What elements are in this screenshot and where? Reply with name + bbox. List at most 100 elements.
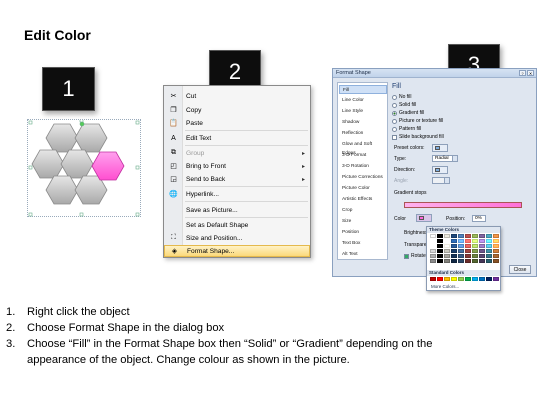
theme-color-swatch[interactable] [465,234,471,238]
theme-color-swatch[interactable] [458,254,464,258]
theme-color-swatch[interactable] [472,259,478,263]
theme-color-swatch[interactable] [437,234,443,238]
theme-color-swatch[interactable] [465,259,471,263]
menu-item-send-to-back[interactable]: ◲ Send to Back ▸ [164,173,310,185]
theme-color-swatch[interactable] [493,234,499,238]
radio-solid-fill[interactable]: Solid fill [392,102,416,108]
theme-color-swatch[interactable] [472,254,478,258]
position-input[interactable]: 0% [472,215,486,222]
category-position[interactable]: Position [339,228,387,237]
theme-color-swatch[interactable] [479,239,485,243]
theme-color-swatch[interactable] [479,249,485,253]
menu-item-paste[interactable]: 📋 Paste [164,117,310,129]
category-3d-rotation[interactable]: 3-D Rotation [339,162,387,171]
menu-item-hyperlink[interactable]: 🌐 Hyperlink... [164,188,310,200]
standard-color-swatch[interactable] [472,277,478,281]
theme-color-swatch[interactable] [451,239,457,243]
standard-color-swatch[interactable] [458,277,464,281]
close-button[interactable]: Close [509,265,531,274]
theme-color-swatch[interactable] [479,244,485,248]
theme-color-swatch[interactable] [493,259,499,263]
menu-item-set-default-shape[interactable]: Set as Default Shape [164,219,310,231]
standard-color-swatch[interactable] [493,277,499,281]
theme-color-swatch[interactable] [472,244,478,248]
more-colors-link[interactable]: More Colors... [431,284,459,289]
theme-color-swatch[interactable] [472,234,478,238]
theme-color-swatch[interactable] [430,259,436,263]
theme-color-swatch[interactable] [465,249,471,253]
theme-color-swatch[interactable] [437,244,443,248]
menu-item-size-and-position[interactable]: ⛶ Size and Position... [164,232,310,244]
category-artistic-effects[interactable]: Artistic Effects [339,195,387,204]
check-slide-background-fill[interactable]: Slide background fill [392,134,444,140]
menu-item-format-shape[interactable]: ◈ Format Shape... [164,245,310,257]
theme-color-swatch[interactable] [430,234,436,238]
theme-color-swatch[interactable] [458,244,464,248]
theme-color-swatch[interactable] [465,254,471,258]
theme-color-swatch[interactable] [458,234,464,238]
menu-item-copy[interactable]: ❐ Copy [164,104,310,116]
theme-color-swatch[interactable] [486,249,492,253]
gradient-stops-bar[interactable] [404,202,522,208]
standard-color-swatch[interactable] [437,277,443,281]
category-3d-format[interactable]: 3-D Format [339,151,387,160]
theme-color-swatch[interactable] [493,244,499,248]
theme-color-swatch[interactable] [479,254,485,258]
direction-button[interactable] [432,166,448,174]
radio-pattern-fill[interactable]: Pattern fill [392,126,421,132]
category-picture-corrections[interactable]: Picture Corrections [339,173,387,182]
theme-color-swatch[interactable] [458,259,464,263]
category-glow[interactable]: Glow and Soft Edges [339,140,387,156]
theme-color-swatch[interactable] [437,249,443,253]
stop-color-button[interactable] [416,214,432,222]
standard-color-swatch[interactable] [430,277,436,281]
theme-color-swatch[interactable] [486,244,492,248]
theme-color-swatch[interactable] [493,249,499,253]
theme-color-swatch[interactable] [479,259,485,263]
category-reflection[interactable]: Reflection [339,129,387,138]
theme-color-swatch[interactable] [493,254,499,258]
theme-color-swatch[interactable] [486,239,492,243]
close-icon[interactable]: ✕ [527,70,534,76]
theme-color-swatch[interactable] [444,239,450,243]
type-dropdown[interactable]: Radial [432,155,458,162]
theme-color-swatch[interactable] [486,234,492,238]
theme-color-swatch[interactable] [444,259,450,263]
theme-color-swatch[interactable] [444,234,450,238]
theme-color-swatch[interactable] [444,249,450,253]
theme-color-swatch[interactable] [430,239,436,243]
theme-color-swatch[interactable] [451,259,457,263]
category-size[interactable]: Size [339,217,387,226]
theme-color-swatch[interactable] [437,259,443,263]
category-line-style[interactable]: Line Style [339,107,387,116]
radio-no-fill[interactable]: No fill [392,94,412,100]
theme-color-swatch[interactable] [451,234,457,238]
standard-color-swatch[interactable] [451,277,457,281]
theme-color-swatch[interactable] [479,234,485,238]
theme-color-swatch[interactable] [451,244,457,248]
category-line-color[interactable]: Line Color [339,96,387,105]
category-text-box[interactable]: Text Box [339,239,387,248]
theme-color-swatch[interactable] [465,244,471,248]
category-fill[interactable]: Fill [339,85,387,94]
theme-color-swatch[interactable] [437,239,443,243]
preset-colors-button[interactable] [432,144,448,152]
theme-color-swatch[interactable] [465,239,471,243]
menu-item-cut[interactable]: ✂ Cut [164,90,310,102]
theme-color-swatch[interactable] [444,244,450,248]
standard-color-swatch[interactable] [479,277,485,281]
category-shadow[interactable]: Shadow [339,118,387,127]
category-picture-color[interactable]: Picture Color [339,184,387,193]
theme-color-swatch[interactable] [451,249,457,253]
theme-color-swatch[interactable] [430,249,436,253]
theme-color-swatch[interactable] [451,254,457,258]
theme-color-swatch[interactable] [430,254,436,258]
menu-item-edit-text[interactable]: A Edit Text [164,132,310,144]
theme-color-swatch[interactable] [486,259,492,263]
theme-color-swatch[interactable] [486,254,492,258]
menu-item-bring-to-front[interactable]: ◰ Bring to Front ▸ [164,160,310,172]
theme-color-swatch[interactable] [493,239,499,243]
standard-color-swatch[interactable] [444,277,450,281]
selected-hexagon-group[interactable] [27,118,141,217]
theme-color-swatch[interactable] [430,244,436,248]
